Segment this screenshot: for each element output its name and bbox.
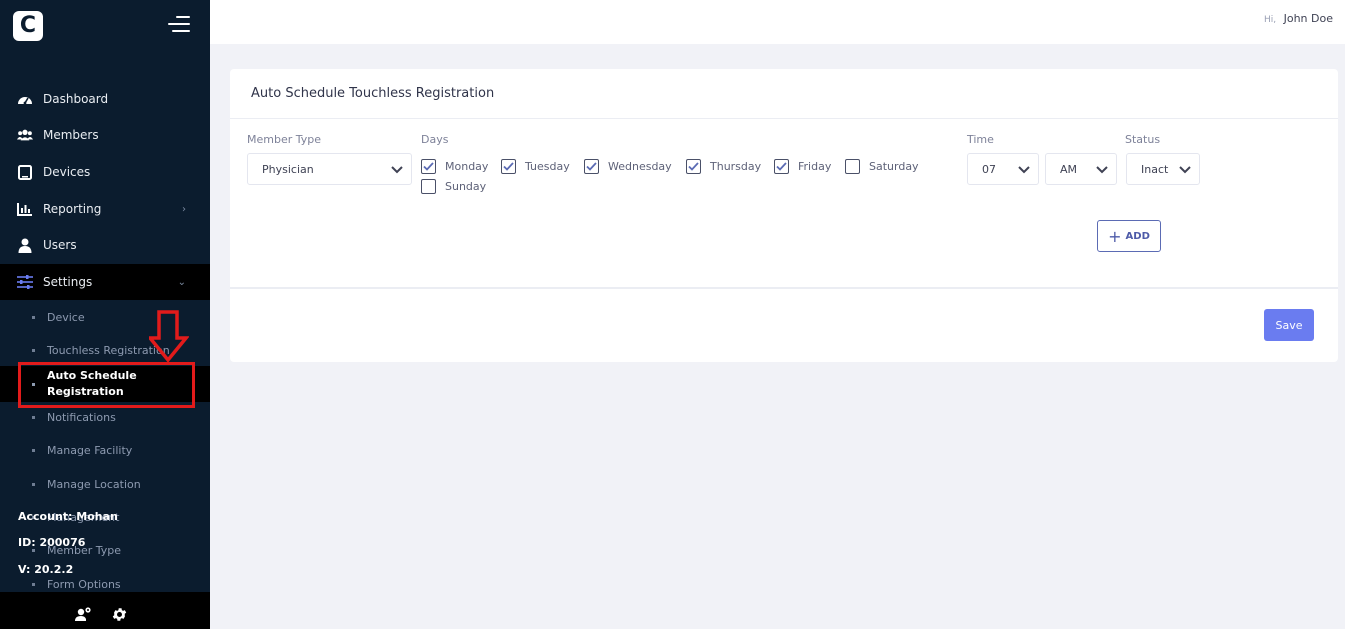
auto-schedule-card: Auto Schedule Touchless Registration Mem… [230, 69, 1338, 362]
settings-sub-manage-facility[interactable]: Manage Facility [0, 442, 210, 458]
plus-icon: + [1108, 226, 1122, 246]
sidebar-item-label: Reporting [43, 202, 102, 216]
day-checkbox-wednesday[interactable]: Wednesday [584, 159, 672, 174]
status-select[interactable]: Inact [1126, 153, 1200, 185]
settings-sub-notifications[interactable]: Notifications [0, 409, 210, 425]
sub-item-label: Form Options [47, 577, 121, 591]
divider [230, 118, 1338, 119]
topbar: Hi, John Doe [210, 0, 1345, 44]
menu-toggle-icon[interactable] [166, 16, 190, 34]
dashboard-gauge-icon [17, 91, 33, 107]
tablet-icon [17, 164, 33, 180]
sub-item-label: Device [47, 310, 85, 324]
member-type-select[interactable]: Physician [247, 153, 412, 185]
logo-letter: C [19, 13, 37, 38]
day-label: Friday [798, 160, 832, 173]
member-type-label: Member Type [247, 133, 322, 146]
user-greeting[interactable]: Hi, John Doe [1264, 12, 1333, 25]
sidebar-item-label: Users [43, 238, 77, 252]
account-id: ID: 200076 [18, 536, 86, 549]
day-checkbox-sunday[interactable]: Sunday [421, 179, 486, 194]
days-label: Days [421, 133, 449, 146]
sub-item-label: Notifications [47, 410, 116, 424]
day-label: Tuesday [525, 160, 570, 173]
checkbox-checked-icon[interactable] [686, 159, 701, 174]
day-label: Sunday [445, 180, 487, 193]
sidebar-item-members[interactable]: Members [0, 117, 210, 153]
sidebar-item-label: Dashboard [43, 92, 109, 106]
checkbox-checked-icon[interactable] [584, 159, 599, 174]
divider [230, 287, 1338, 289]
checkbox-checked-icon[interactable] [774, 159, 789, 174]
checkbox-empty-icon[interactable] [845, 159, 860, 174]
sidebar: C Dashboard Members Devices Reporting › … [0, 0, 210, 629]
chevron-right-icon: › [182, 203, 186, 215]
checkbox-checked-icon[interactable] [501, 159, 516, 174]
add-button-label: ADD [1125, 230, 1150, 242]
users-group-icon [17, 127, 33, 143]
sidebar-item-settings[interactable]: Settings ⌄ [0, 264, 210, 300]
sidebar-footer [0, 592, 210, 629]
card-title: Auto Schedule Touchless Registration [251, 86, 495, 101]
status-value: Inact [1141, 162, 1169, 176]
sidebar-item-users[interactable]: Users [0, 227, 210, 263]
greeting-hi: Hi, [1263, 15, 1277, 25]
sidebar-item-label: Members [43, 128, 99, 142]
user-settings-icon[interactable] [74, 606, 92, 624]
sub-item-label: Manage Location [47, 477, 141, 491]
chevron-down-icon [1096, 164, 1108, 174]
time-label: Time [967, 133, 994, 146]
chevron-down-icon [1179, 164, 1191, 174]
day-checkbox-monday[interactable]: Monday [421, 159, 488, 174]
annotation-highlight-box [18, 362, 195, 408]
sub-item-label: Manage Facility [47, 443, 133, 457]
hour-value: 07 [982, 162, 996, 176]
sidebar-item-label: Settings [43, 275, 93, 289]
day-checkbox-tuesday[interactable]: Tuesday [501, 159, 570, 174]
checkbox-empty-icon[interactable] [421, 179, 436, 194]
sidebar-item-label: Devices [43, 165, 91, 179]
checkbox-checked-icon[interactable] [421, 159, 436, 174]
ampm-value: AM [1060, 162, 1078, 176]
chevron-down-icon [391, 164, 403, 174]
save-button[interactable]: Save [1264, 309, 1314, 341]
day-label: Saturday [869, 160, 919, 173]
user-icon [17, 237, 33, 253]
sidebar-item-reporting[interactable]: Reporting › [0, 191, 210, 227]
add-schedule-button[interactable]: + ADD [1097, 220, 1161, 252]
status-label: Status [1125, 133, 1161, 146]
annotation-down-arrow-icon [146, 310, 190, 364]
member-type-value: Physician [262, 162, 314, 176]
day-label: Wednesday [608, 160, 672, 173]
hour-select[interactable]: 07 [967, 153, 1039, 185]
day-checkbox-saturday[interactable]: Saturday [845, 159, 919, 174]
app-version: V: 20.2.2 [18, 563, 74, 576]
account-name: Account: Mohan [18, 510, 118, 523]
settings-sub-manage-location[interactable]: Manage Location [0, 476, 210, 492]
sidebar-item-devices[interactable]: Devices [0, 154, 210, 190]
chevron-down-icon [1018, 164, 1030, 174]
day-checkbox-thursday[interactable]: Thursday [686, 159, 761, 174]
ampm-select[interactable]: AM [1045, 153, 1117, 185]
day-label: Thursday [710, 160, 762, 173]
day-label: Monday [445, 160, 489, 173]
settings-sub-form-options[interactable]: Form Options [0, 576, 210, 592]
sidebar-item-dashboard[interactable]: Dashboard [0, 81, 210, 117]
bar-chart-icon [17, 201, 33, 217]
chevron-down-icon: ⌄ [177, 276, 186, 288]
day-checkbox-friday[interactable]: Friday [774, 159, 831, 174]
gear-icon[interactable] [111, 606, 129, 624]
user-name: John Doe [1283, 12, 1333, 25]
sliders-icon [17, 274, 33, 290]
app-logo[interactable]: C [13, 11, 43, 41]
